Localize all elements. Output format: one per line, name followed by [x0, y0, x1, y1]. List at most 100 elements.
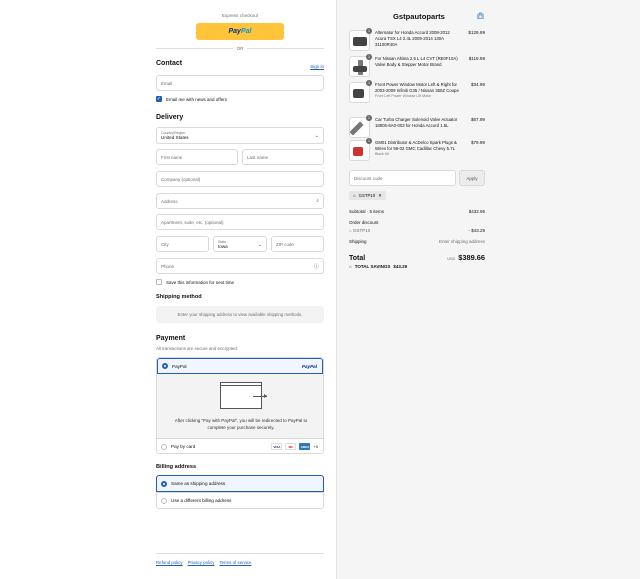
tag-icon: ⌂	[349, 264, 352, 269]
privacy-policy-link[interactable]: Privacy policy	[188, 560, 215, 565]
product-variant: Front Left Power Window Lift Motor	[375, 93, 432, 98]
product-name: Front Power Window Motor Left & Right fo…	[375, 82, 461, 99]
store-name: Gstpautoparts	[393, 12, 445, 21]
product-thumbnail: 1	[349, 54, 372, 77]
savings-value: $43.29	[393, 264, 408, 269]
billing-same-label: Same as shipping address	[171, 481, 226, 486]
state-select[interactable]: State Iowa ⌄	[213, 236, 267, 252]
save-info-checkbox[interactable]	[156, 279, 162, 285]
paypal-option-label: PayPal	[172, 363, 187, 369]
refund-policy-link[interactable]: Refund policy	[156, 560, 183, 565]
line-item: 1 Front Power Window Motor Left & Right …	[349, 80, 485, 110]
chevron-down-icon: ⌄	[257, 242, 262, 248]
subtotal-value: $432.95	[468, 209, 485, 214]
last-name-field[interactable]: Last name	[242, 149, 324, 165]
savings-label: TOTAL SAVINGS	[354, 264, 391, 269]
product-price: $119.99	[468, 56, 485, 61]
apply-discount-button[interactable]: Apply	[459, 170, 485, 186]
amex-icon: AMEX	[299, 443, 311, 450]
line-item: 1 Car Turbo Charger Solenoid Valve Actua…	[349, 115, 485, 139]
quantity-badge: 1	[366, 115, 372, 121]
paypal-radio[interactable]	[162, 363, 168, 369]
paypal-logo: PayPal	[228, 28, 252, 35]
contact-header: Contact Sign in	[156, 60, 324, 70]
discount-amount: - $43.29	[468, 228, 485, 233]
subtotal-row: Subtotal · 5 items $432.95	[349, 209, 485, 214]
contact-title: Contact	[156, 60, 183, 67]
paypal-express-button[interactable]: PayPal	[196, 23, 284, 40]
remove-discount-icon[interactable]: ✕	[378, 193, 382, 199]
country-select[interactable]: Country/Region United States ⌄	[156, 127, 324, 144]
product-thumbnail: 1	[349, 80, 372, 103]
save-info-row[interactable]: Save this information for next time	[156, 279, 234, 285]
product-price: $34.99	[470, 82, 485, 87]
discount-code-text: GSTP10	[358, 193, 376, 198]
product-name: For Nissan Altima 2.5 L L4 CVT (RE0F10A)…	[375, 56, 458, 67]
line-item: 1 GM01 Distributor & AcDelco Spark Plugs…	[349, 138, 485, 162]
discount-code-input[interactable]: Discount code	[349, 170, 456, 186]
paypal-redirect-message: After clicking “Pay with PayPal”, you wi…	[174, 418, 308, 430]
applied-discount-tag: ⌂ GSTP10 ✕	[349, 191, 386, 200]
address-field[interactable]: Address ⌕	[156, 193, 324, 209]
currency-code: USD	[447, 257, 456, 261]
first-name-field[interactable]: First name	[156, 149, 238, 165]
news-checkbox-label: Email me with news and offers	[166, 96, 227, 102]
total-value: $389.66	[458, 253, 485, 262]
phone-field[interactable]: Phone ⓘ	[156, 258, 324, 274]
card-radio[interactable]	[161, 443, 167, 450]
quantity-badge: 1	[366, 54, 372, 60]
payment-title: Payment	[156, 335, 186, 342]
save-info-label: Save this information for next time	[166, 279, 235, 285]
or-divider: OR	[156, 45, 325, 51]
mastercard-icon: MC	[285, 443, 297, 450]
shopping-bag-icon[interactable]: 👜︎	[476, 12, 485, 20]
delivery-title: Delivery	[156, 114, 184, 121]
payment-options: PayPal PayPal After clicking “Pay with P…	[156, 357, 324, 454]
card-option[interactable]: Pay by card VISA MC AMEX +5	[157, 439, 323, 453]
paypal-brand-icon: PayPal	[301, 363, 317, 369]
news-checkbox[interactable]: ✓	[156, 96, 162, 102]
card-brand-icons: VISA MC AMEX +5	[271, 443, 318, 450]
line-item: 1 Alternator for Honda Accord 2008-2012 …	[349, 28, 485, 52]
discount-row-code: GSTP10	[352, 228, 371, 233]
shipping-value: Enter shipping address	[438, 239, 485, 244]
line-item: 1 For Nissan Altima 2.5 L L4 CVT (RE0F10…	[349, 54, 485, 78]
card-option-label: Pay by card	[171, 444, 196, 449]
payment-note: All transactions are secure and encrypte…	[156, 346, 239, 351]
billing-title: Billing address	[156, 464, 197, 470]
billing-different-radio[interactable]	[161, 497, 167, 504]
product-variant: Black Kit	[375, 151, 389, 156]
total-row: Total USD $389.66	[349, 253, 485, 262]
more-cards-badge: +5	[313, 444, 318, 449]
city-field[interactable]: City	[156, 236, 209, 252]
billing-same-option[interactable]: Same as shipping address	[156, 475, 324, 492]
visa-icon: VISA	[271, 443, 283, 450]
billing-same-radio[interactable]	[161, 480, 167, 487]
order-discount-label: Order discount	[349, 220, 379, 225]
product-thumbnail: 1	[349, 28, 372, 51]
product-price: $67.99	[470, 117, 485, 122]
shipping-method-info: Enter your shipping address to view avai…	[156, 306, 324, 323]
discount-code-row: ⌂ GSTP10 - $43.29	[349, 228, 485, 233]
email-field[interactable]: Email	[156, 75, 324, 91]
news-checkbox-row[interactable]: ✓ Email me with news and offers	[156, 96, 227, 102]
footer-links: Refund policy Privacy policy Terms of se…	[156, 560, 251, 565]
chevron-down-icon: ⌄	[314, 133, 319, 139]
quantity-badge: 1	[366, 80, 372, 86]
help-icon[interactable]: ⓘ	[314, 263, 319, 270]
product-name: GM01 Distributor & AcDelco Spark Plugs &…	[375, 140, 461, 157]
shipping-method-title: Shipping method	[156, 294, 202, 300]
tag-icon: ⌂	[349, 228, 352, 233]
sign-in-link[interactable]: Sign in	[310, 64, 324, 69]
billing-different-option[interactable]: Use a different billing address	[156, 492, 324, 509]
order-discount-row: Order discount	[349, 220, 485, 225]
apartment-field[interactable]: Apartment, suite, etc. (optional)	[156, 214, 324, 230]
company-field[interactable]: Company (optional)	[156, 171, 324, 187]
paypal-option[interactable]: PayPal PayPal	[157, 358, 323, 374]
product-thumbnail: 1	[349, 115, 372, 138]
redirect-arrow-icon	[253, 394, 267, 398]
terms-link[interactable]: Terms of service	[219, 560, 251, 565]
tag-icon: ⌂	[353, 193, 356, 198]
zip-field[interactable]: ZIP code	[271, 236, 324, 252]
paypal-redirect-panel: After clicking “Pay with PayPal”, you wi…	[157, 374, 323, 439]
